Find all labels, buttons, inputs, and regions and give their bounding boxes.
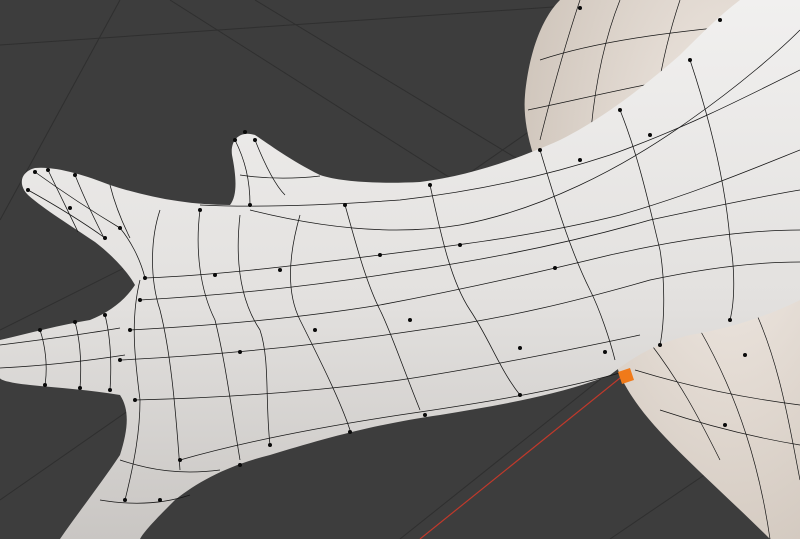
viewport-canvas[interactable] <box>0 0 800 539</box>
3d-viewport[interactable] <box>0 0 800 539</box>
